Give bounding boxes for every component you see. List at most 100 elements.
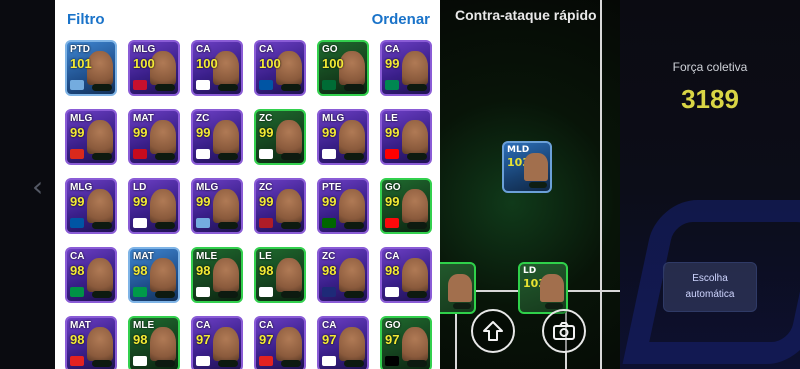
player-card[interactable]: LD 99 bbox=[128, 178, 180, 234]
player-card[interactable]: MLE 98 bbox=[128, 316, 180, 369]
player-rating: 97 bbox=[196, 332, 211, 347]
nation-flag-icon bbox=[259, 356, 273, 366]
player-position: MAT bbox=[133, 251, 154, 262]
player-rating: 97 bbox=[259, 332, 274, 347]
player-photo bbox=[402, 327, 428, 361]
player-photo bbox=[150, 189, 176, 223]
player-selection-panel: Filtro Ordenar PTD 101 MLG 100 CA 100 CA 100 GO 1… bbox=[55, 0, 440, 369]
player-photo bbox=[276, 258, 302, 292]
chevron-left-icon[interactable]: ‹ bbox=[32, 170, 43, 203]
camera-icon bbox=[553, 322, 575, 340]
player-photo bbox=[339, 327, 365, 361]
player-card[interactable]: MLG 99 bbox=[65, 178, 117, 234]
player-card[interactable]: CA 97 bbox=[317, 316, 369, 369]
player-position: CA bbox=[196, 320, 211, 331]
player-card[interactable]: MAT 98 bbox=[65, 316, 117, 369]
player-rating: 98 bbox=[133, 263, 148, 278]
nation-flag-icon bbox=[322, 80, 336, 90]
player-card[interactable]: GO 97 bbox=[380, 316, 432, 369]
player-rating: 98 bbox=[70, 332, 85, 347]
player-card[interactable]: CA 98 bbox=[65, 247, 117, 303]
player-card[interactable]: MAT 98 bbox=[128, 247, 180, 303]
team-info-panel bbox=[620, 0, 800, 369]
player-card[interactable]: PTD 101 bbox=[65, 40, 117, 96]
player-condition-bar bbox=[218, 360, 238, 367]
player-card[interactable]: MAT 99 bbox=[128, 109, 180, 165]
nation-flag-icon bbox=[385, 80, 399, 90]
pitch-player-card[interactable]: LD 103 bbox=[518, 262, 568, 314]
team-strength-label: Força coletiva bbox=[672, 60, 748, 74]
player-photo bbox=[276, 120, 302, 154]
player-card[interactable]: CA 98 bbox=[380, 247, 432, 303]
player-position: CA bbox=[70, 251, 85, 262]
player-photo bbox=[213, 327, 239, 361]
move-up-button[interactable] bbox=[471, 309, 515, 353]
player-card[interactable]: MLE 98 bbox=[191, 247, 243, 303]
player-photo bbox=[87, 258, 113, 292]
player-position: LE bbox=[385, 113, 398, 124]
pitch-player-card[interactable] bbox=[440, 262, 476, 314]
player-card[interactable]: CA 97 bbox=[254, 316, 306, 369]
player-rating: 99 bbox=[70, 125, 85, 140]
player-card[interactable]: GO 100 bbox=[317, 40, 369, 96]
player-condition-bar bbox=[281, 291, 301, 298]
player-position: MAT bbox=[133, 113, 154, 124]
player-card[interactable]: ZC 98 bbox=[317, 247, 369, 303]
player-position: LD bbox=[133, 182, 147, 193]
player-card[interactable]: ZC 99 bbox=[254, 178, 306, 234]
player-photo bbox=[402, 258, 428, 292]
player-rating: 100 bbox=[196, 56, 218, 71]
player-condition-bar bbox=[344, 222, 364, 229]
nation-flag-icon bbox=[196, 218, 210, 228]
player-rating: 98 bbox=[385, 263, 400, 278]
player-card[interactable]: ZC 99 bbox=[191, 109, 243, 165]
player-card[interactable]: MLG 100 bbox=[128, 40, 180, 96]
player-card[interactable]: CA 100 bbox=[254, 40, 306, 96]
player-position: MLG bbox=[196, 182, 219, 193]
nation-flag-icon bbox=[322, 356, 336, 366]
player-card[interactable]: MLG 99 bbox=[191, 178, 243, 234]
player-rating: 98 bbox=[196, 263, 211, 278]
pitch-player-card[interactable]: MLD 103 bbox=[502, 141, 552, 193]
nation-flag-icon bbox=[133, 287, 147, 297]
player-position: CA bbox=[259, 44, 274, 55]
player-condition-bar bbox=[453, 303, 471, 309]
player-condition-bar bbox=[155, 291, 175, 298]
player-position: CA bbox=[385, 251, 400, 262]
player-card[interactable]: MLG 99 bbox=[65, 109, 117, 165]
player-card[interactable]: CA 97 bbox=[191, 316, 243, 369]
player-card[interactable]: ZC 99 bbox=[254, 109, 306, 165]
player-condition-bar bbox=[281, 360, 301, 367]
player-rating: 98 bbox=[70, 263, 85, 278]
player-position: ZC bbox=[259, 113, 273, 124]
player-condition-bar bbox=[92, 84, 112, 91]
player-photo bbox=[339, 120, 365, 154]
player-card[interactable]: LE 99 bbox=[380, 109, 432, 165]
player-card[interactable]: CA 99 bbox=[380, 40, 432, 96]
player-position: LD bbox=[523, 266, 537, 276]
player-card[interactable]: GO 99 bbox=[380, 178, 432, 234]
player-card[interactable]: LE 98 bbox=[254, 247, 306, 303]
player-condition-bar bbox=[218, 153, 238, 160]
player-rating: 98 bbox=[133, 332, 148, 347]
player-condition-bar bbox=[344, 84, 364, 91]
player-condition-bar bbox=[155, 222, 175, 229]
filter-button[interactable]: Filtro bbox=[67, 11, 105, 28]
player-card[interactable]: PTE 99 bbox=[317, 178, 369, 234]
nation-flag-icon bbox=[385, 218, 399, 228]
player-position: GO bbox=[385, 320, 401, 331]
player-rating: 99 bbox=[322, 125, 337, 140]
player-photo bbox=[87, 120, 113, 154]
auto-select-button[interactable]: Escolha automática bbox=[663, 262, 757, 312]
player-position: CA bbox=[385, 44, 400, 55]
player-condition-bar bbox=[92, 291, 112, 298]
player-condition-bar bbox=[92, 360, 112, 367]
player-card[interactable]: CA 100 bbox=[191, 40, 243, 96]
player-condition-bar bbox=[155, 153, 175, 160]
camera-button[interactable] bbox=[542, 309, 586, 353]
player-position: ZC bbox=[322, 251, 336, 262]
player-card[interactable]: MLG 99 bbox=[317, 109, 369, 165]
nation-flag-icon bbox=[133, 80, 147, 90]
player-rating: 99 bbox=[385, 194, 400, 209]
sort-button[interactable]: Ordenar bbox=[372, 11, 430, 28]
